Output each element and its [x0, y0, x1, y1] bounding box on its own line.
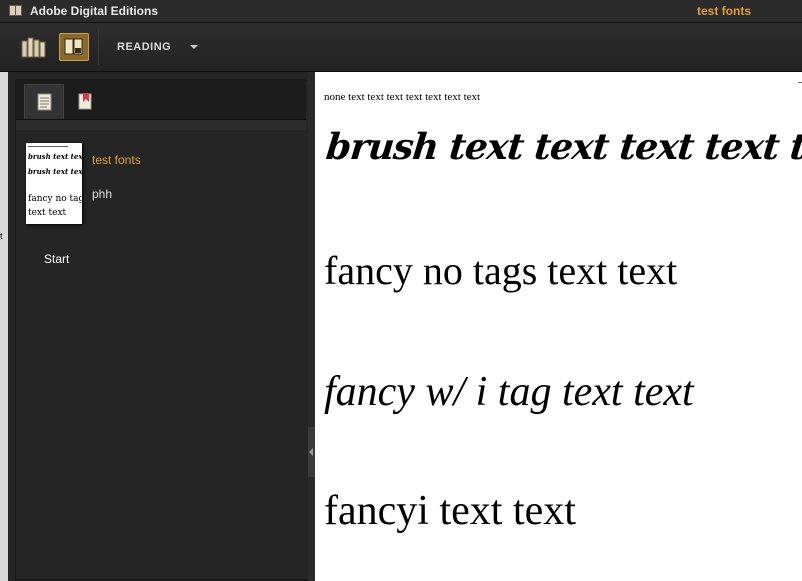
- sidebar-tabs: [16, 79, 306, 120]
- reading-view-icon[interactable]: [59, 33, 89, 61]
- library-icon[interactable]: [20, 35, 48, 59]
- sidebar: brush text text brush text text fancy no…: [8, 72, 309, 581]
- table-of-contents-icon: [37, 93, 52, 111]
- app-title: Adobe Digital Editions: [30, 4, 158, 18]
- bookmark-icon: [78, 93, 92, 110]
- view-mode-label[interactable]: READING: [117, 41, 171, 53]
- toc-item-start[interactable]: Start: [44, 252, 69, 266]
- thumbnail-line: brush text text: [28, 152, 82, 161]
- book-author: phh: [92, 187, 113, 201]
- toolbar-divider: [98, 29, 99, 65]
- collapse-arrow-icon[interactable]: [309, 448, 313, 456]
- page-edge-mark: [798, 82, 802, 83]
- reading-page: none text text text text text text text …: [315, 72, 802, 581]
- tab-contents[interactable]: [24, 84, 64, 119]
- content-line: fancy no tags text text: [324, 248, 678, 293]
- toolbar: READING: [0, 23, 802, 72]
- content-line: none text text text text text text text: [324, 91, 481, 103]
- content-line: fancy w/ i tag text text: [324, 369, 694, 415]
- thumbnail-line: fancy no tags: [28, 194, 82, 204]
- thumbnail-line: brush text text: [28, 167, 82, 176]
- title-bar: Adobe Digital Editions test fonts: [0, 0, 802, 23]
- left-edge: t: [0, 72, 8, 581]
- tab-content-header: [16, 120, 306, 130]
- chevron-down-icon[interactable]: [188, 39, 200, 51]
- left-edge-mark: t: [0, 231, 3, 241]
- thumbnail-line: text text: [28, 208, 67, 218]
- book-thumbnail[interactable]: brush text text brush text text fancy no…: [26, 143, 82, 224]
- content-line: brush text text text text text: [324, 126, 802, 168]
- panel-splitter[interactable]: [308, 72, 315, 581]
- document-title: test fonts: [697, 4, 751, 18]
- content-line: fancyi text text: [324, 488, 576, 534]
- book-title: test fonts: [92, 153, 141, 167]
- tab-bookmarks[interactable]: [68, 84, 108, 119]
- app-icon: [9, 5, 22, 16]
